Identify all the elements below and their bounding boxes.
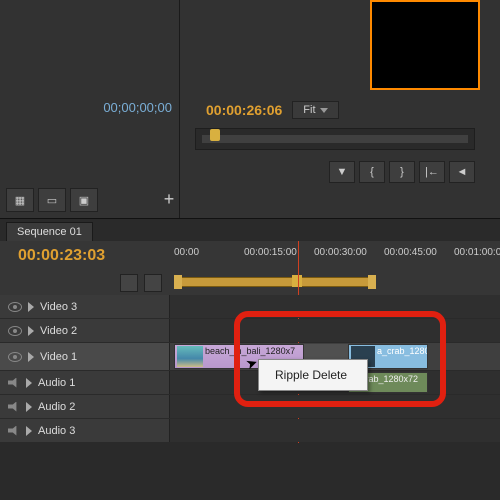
add-button[interactable]: + — [158, 188, 180, 210]
track-header-video2[interactable]: Video 2 — [0, 319, 170, 342]
track-lane-audio2[interactable] — [170, 395, 500, 418]
track-header-video3[interactable]: Video 3 — [0, 295, 170, 318]
track-header-audio3[interactable]: Audio 3 — [0, 419, 170, 442]
program-playhead-icon[interactable] — [210, 129, 220, 141]
speaker-icon[interactable] — [8, 402, 20, 412]
track-label: Audio 3 — [38, 425, 75, 437]
track-header-video1[interactable]: Video 1 — [0, 343, 170, 370]
track-label: Video 3 — [40, 301, 77, 313]
list-view-button[interactable]: ▦ — [6, 188, 34, 212]
speaker-icon[interactable] — [8, 378, 20, 388]
track-lane-video2[interactable] — [170, 319, 500, 342]
track-lane-audio3[interactable] — [170, 419, 500, 442]
track-header-audio2[interactable]: Audio 2 — [0, 395, 170, 418]
track-lane-video3[interactable] — [170, 295, 500, 318]
time-ruler[interactable]: 00:00 00:00:15:00 00:00:30:00 00:00:45:0… — [168, 241, 500, 271]
zoom-fit-dropdown[interactable]: Fit — [292, 101, 338, 119]
snap-toggle-button[interactable] — [120, 274, 138, 292]
camera-icon[interactable]: ▣ — [70, 188, 98, 212]
expand-icon[interactable] — [28, 302, 34, 312]
timeline-timecode[interactable]: 00:00:23:03 — [18, 247, 168, 265]
menu-item-ripple-delete[interactable]: Ripple Delete — [259, 364, 367, 386]
expand-icon[interactable] — [26, 378, 32, 388]
ruler-tick: 00:00:45:00 — [384, 247, 437, 258]
eye-icon[interactable] — [8, 352, 22, 362]
mark-out-button[interactable]: } — [389, 161, 415, 183]
source-timecode[interactable]: 00;00;00;00 — [0, 100, 180, 115]
ruler-tick: 00:00:30:00 — [314, 247, 367, 258]
go-to-in-button[interactable]: |← — [419, 161, 445, 183]
expand-icon[interactable] — [28, 352, 34, 362]
program-monitor-viewport[interactable] — [370, 0, 480, 90]
zoom-fit-label: Fit — [303, 104, 315, 116]
track-header-audio1[interactable]: Audio 1 — [0, 371, 170, 394]
chevron-down-icon — [320, 108, 328, 113]
add-marker-button[interactable]: ▼ — [329, 161, 355, 183]
program-scrub-bar[interactable] — [195, 128, 475, 150]
timeline-playhead-icon[interactable] — [292, 275, 302, 287]
program-timecode[interactable]: 00:00:26:06 — [206, 102, 282, 118]
work-area-end-handle[interactable] — [368, 275, 376, 289]
expand-icon[interactable] — [26, 426, 32, 436]
step-back-button[interactable]: ◄ — [449, 161, 475, 183]
ruler-tick: 00:00 — [174, 247, 199, 258]
expand-icon[interactable] — [26, 402, 32, 412]
eye-icon[interactable] — [8, 326, 22, 336]
ruler-tick: 00:01:00:00 — [454, 247, 500, 258]
context-menu: Ripple Delete — [258, 359, 368, 391]
mark-in-button[interactable]: { — [359, 161, 385, 183]
ruler-tick: 00:00:15:00 — [244, 247, 297, 258]
expand-icon[interactable] — [28, 326, 34, 336]
work-area-bar[interactable] — [170, 271, 500, 295]
track-label: Audio 1 — [38, 377, 75, 389]
source-panel-buttons: ▦ ▭ ▣ — [6, 188, 98, 212]
marker-tool-button[interactable] — [144, 274, 162, 292]
track-label: Audio 2 — [38, 401, 75, 413]
track-label: Video 2 — [40, 325, 77, 337]
program-transport-controls: ▼ { } |← ◄ — [195, 158, 475, 186]
icon-view-button[interactable]: ▭ — [38, 188, 66, 212]
track-label: Video 1 — [40, 351, 77, 363]
work-area-start-handle[interactable] — [174, 275, 182, 289]
eye-icon[interactable] — [8, 302, 22, 312]
speaker-icon[interactable] — [8, 426, 20, 436]
sequence-tab[interactable]: Sequence 01 — [6, 222, 93, 241]
